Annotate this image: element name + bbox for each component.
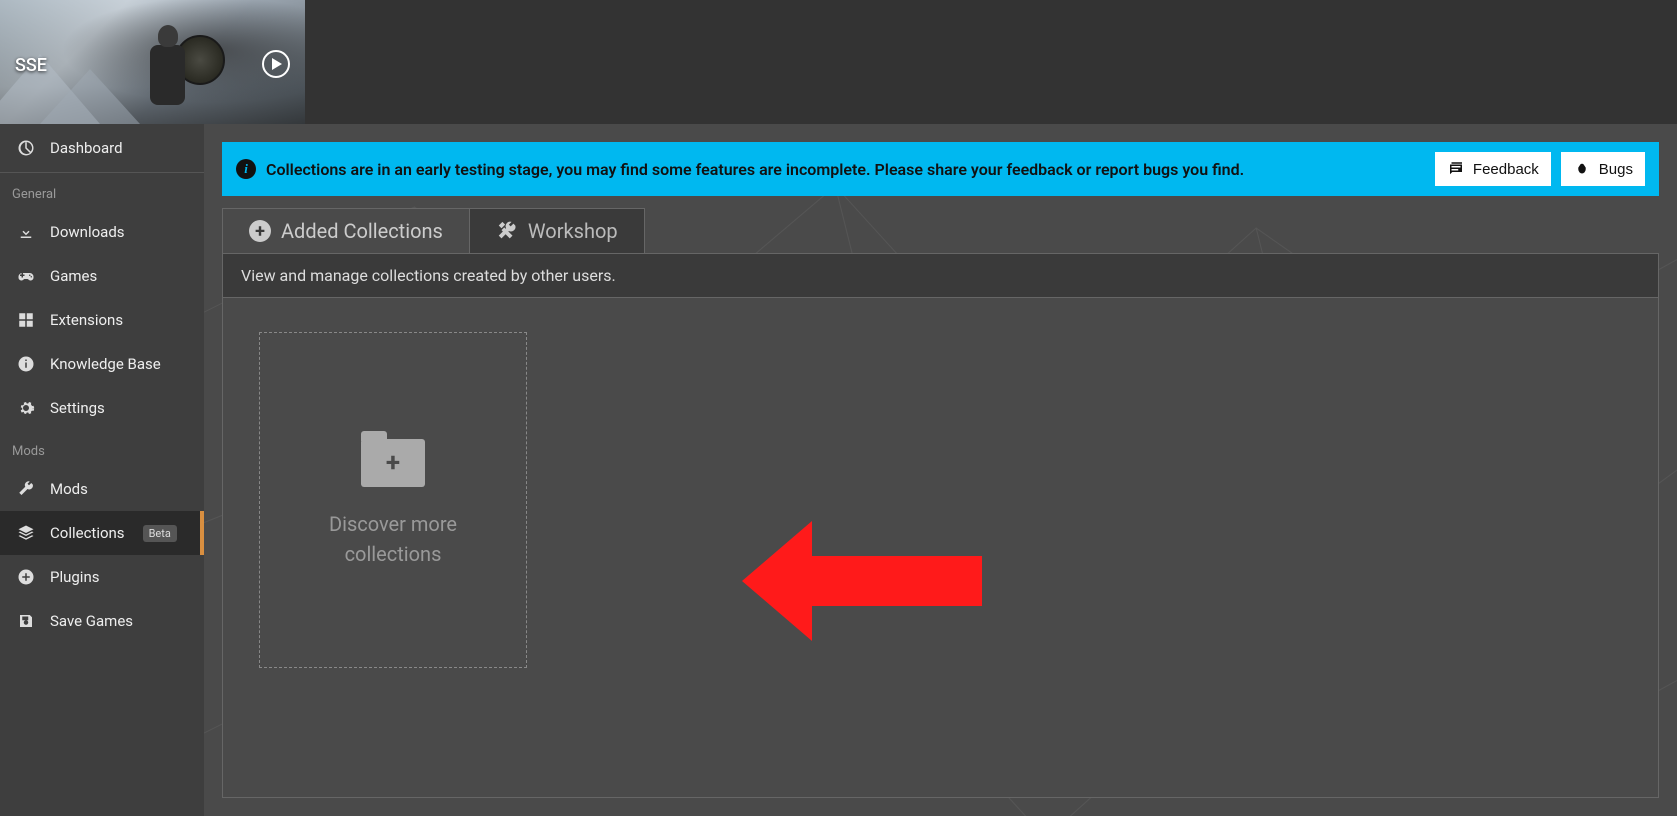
notice-banner: i Collections are in an early testing st… [222,142,1659,196]
plus-circle-icon: + [249,220,271,242]
sidebar-item-label: Dashboard [50,139,123,157]
beta-badge: Beta [143,525,177,542]
gamepad-icon [16,266,36,286]
layers-icon [16,523,36,543]
sidebar-item-games[interactable]: Games [0,254,204,298]
discover-collections-card[interactable]: + Discover more collections [259,332,527,668]
sidebar-item-label: Collections [50,524,125,542]
wrench-icon [16,479,36,499]
tab-added-collections[interactable]: + Added Collections [223,209,470,253]
sidebar-item-label: Save Games [50,612,133,630]
sidebar-item-knowledge-base[interactable]: Knowledge Base [0,342,204,386]
tools-icon [496,220,518,242]
top-banner: SSE [0,0,1677,124]
folder-plus-icon: + [361,431,425,487]
dashboard-icon [16,138,36,158]
bug-icon [1573,160,1591,178]
sidebar-section-header: Mods [0,430,204,467]
feedback-label: Feedback [1473,161,1539,178]
content-subheading: View and manage collections created by o… [222,253,1659,298]
sidebar-item-settings[interactable]: Settings [0,386,204,430]
tabs: + Added Collections Workshop [222,208,645,253]
info-icon [16,354,36,374]
sidebar-item-mods[interactable]: Mods [0,467,204,511]
sidebar-item-extensions[interactable]: Extensions [0,298,204,342]
sidebar-item-label: Extensions [50,311,123,329]
card-text: Discover more collections [260,509,526,569]
feedback-icon [1447,160,1465,178]
sidebar-item-plugins[interactable]: Plugins [0,555,204,599]
download-icon [16,222,36,242]
plus-circle-icon [16,567,36,587]
sidebar-item-label: Downloads [50,223,125,241]
tab-label: Workshop [528,219,618,243]
grid-icon [16,310,36,330]
game-label: SSE [15,55,47,76]
notice-text: Collections are in an early testing stag… [266,160,1425,179]
play-button[interactable] [262,50,290,78]
sidebar: Dashboard General Downloads Games Exten [0,124,204,816]
content-area: + Discover more collections [222,298,1659,798]
sidebar-item-label: Knowledge Base [50,355,161,373]
sidebar-item-label: Settings [50,399,105,417]
bugs-label: Bugs [1599,161,1633,178]
sidebar-item-label: Games [50,267,97,285]
info-icon: i [236,159,256,179]
feedback-button[interactable]: Feedback [1435,152,1551,186]
sidebar-item-downloads[interactable]: Downloads [0,210,204,254]
save-icon [16,611,36,631]
game-banner[interactable]: SSE [0,0,305,124]
sidebar-item-save-games[interactable]: Save Games [0,599,204,643]
sidebar-item-collections[interactable]: Collections Beta [0,511,204,555]
bugs-button[interactable]: Bugs [1561,152,1645,186]
gear-icon [16,398,36,418]
sidebar-item-dashboard[interactable]: Dashboard [0,124,204,173]
sidebar-item-label: Mods [50,480,88,498]
main-content: i Collections are in an early testing st… [204,124,1677,816]
tab-label: Added Collections [281,219,443,243]
sidebar-item-label: Plugins [50,568,99,586]
sidebar-section-header: General [0,173,204,210]
tab-workshop[interactable]: Workshop [470,209,644,253]
